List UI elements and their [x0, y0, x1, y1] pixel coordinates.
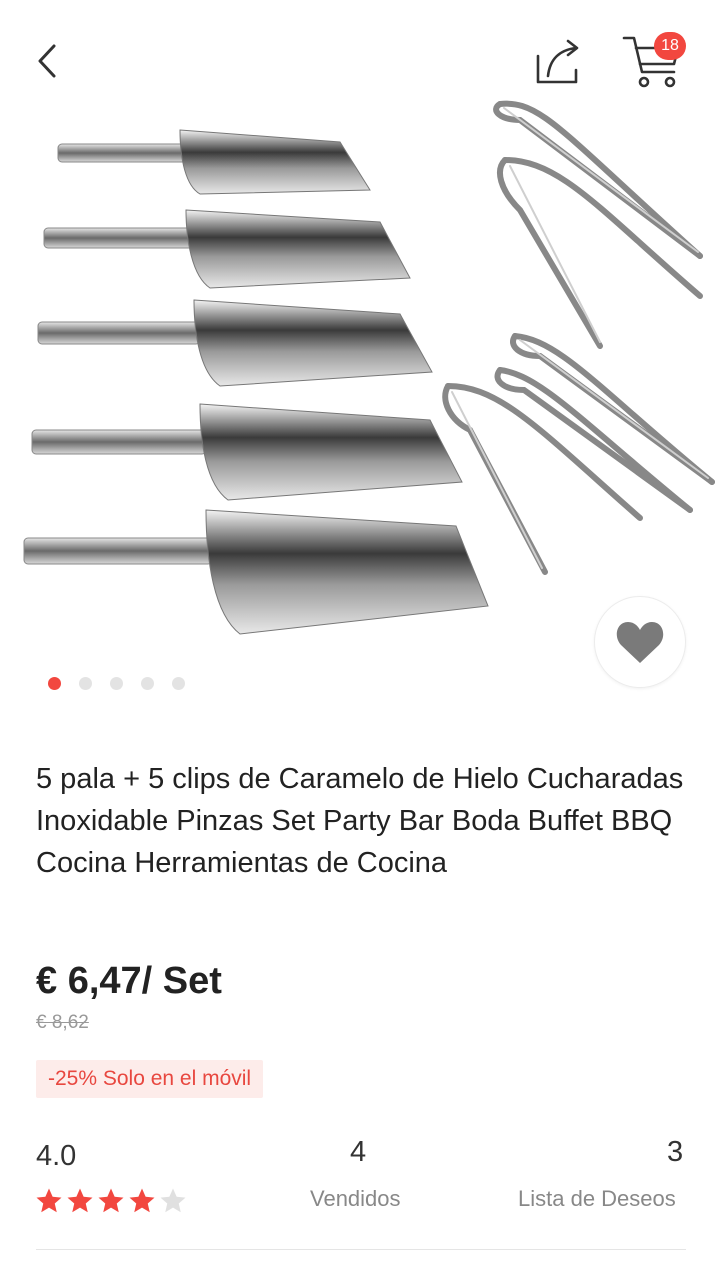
star-filled-icon	[67, 1188, 93, 1213]
pagination-dot	[110, 677, 123, 690]
heart-icon	[616, 622, 664, 663]
pagination-dot-active	[48, 677, 61, 690]
star-filled-icon	[129, 1188, 155, 1213]
back-button[interactable]	[28, 38, 68, 84]
product-image-gallery[interactable]	[0, 90, 720, 650]
sold-label: Vendidos	[310, 1186, 401, 1211]
product-price: € 6,47/ Set	[36, 960, 222, 1002]
sold-count: 4	[350, 1136, 367, 1168]
star-filled-icon	[36, 1188, 62, 1213]
wishlist-button[interactable]	[594, 596, 686, 688]
promo-badge: -25% Solo en el móvil	[36, 1060, 264, 1098]
pagination-dot	[141, 677, 154, 690]
pagination-dot	[79, 677, 92, 690]
original-price: € 8,62	[36, 1012, 89, 1033]
rating-value: 4.0	[36, 1140, 77, 1172]
divider	[36, 1249, 686, 1250]
product-image	[23, 100, 715, 635]
share-button[interactable]	[530, 36, 586, 88]
pagination-dot	[172, 677, 185, 690]
tongs-group	[442, 100, 715, 575]
wishlist-label: Lista de Deseos	[518, 1186, 676, 1211]
top-bar: 18	[0, 0, 720, 110]
star-filled-icon	[98, 1188, 124, 1213]
cart-count-badge: 18	[654, 32, 686, 60]
share-icon	[536, 39, 579, 84]
chevron-left-icon	[38, 44, 56, 78]
product-title: 5 pala + 5 clips de Caramelo de Hielo Cu…	[36, 763, 684, 879]
wishlist-count: 3	[667, 1136, 684, 1168]
star-empty-icon	[160, 1188, 186, 1213]
scoop-group	[23, 129, 489, 635]
